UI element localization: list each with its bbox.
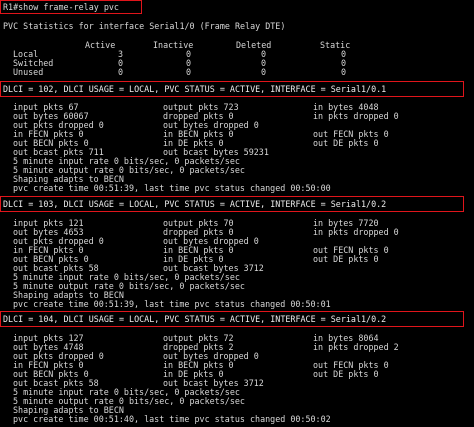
terminal-window[interactable]: R1#show frame-relay pvc PVC Statistics f… [0, 0, 474, 427]
command-highlight-box [0, 0, 142, 14]
pvc-102-header: DLCI = 102, DLCI USAGE = LOCAL, PVC STAT… [3, 84, 387, 94]
stats-title: PVC Statistics for interface Serial1/0 (… [3, 21, 286, 31]
pvc-102-create-time: pvc create time 00:51:39, last time pvc … [13, 183, 331, 193]
stats-row-label: Unused [13, 67, 44, 77]
pvc-103-header: DLCI = 103, DLCI USAGE = LOCAL, PVC STAT… [3, 199, 387, 209]
stats-row-unused: Unused 0 0 0 0 [3, 67, 463, 77]
pvc-104-header: DLCI = 104, DLCI USAGE = LOCAL, PVC STAT… [3, 314, 387, 324]
stats-value: 0 [261, 67, 267, 77]
stats-value: 0 [186, 67, 192, 77]
stats-value: 0 [341, 67, 347, 77]
stats-value: 0 [118, 67, 124, 77]
pvc-103-create-time: pvc create time 00:51:39, last time pvc … [13, 299, 331, 309]
pvc-104-create-time: pvc create time 00:51:40, last time pvc … [13, 414, 331, 424]
